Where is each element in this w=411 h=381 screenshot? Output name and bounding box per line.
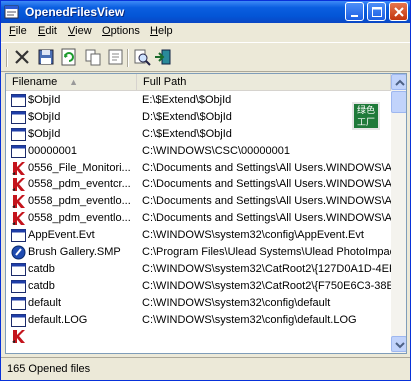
close-window-button[interactable] bbox=[389, 2, 408, 21]
table-row[interactable]: 0558_pdm_eventcr... C:\Documents and Sett… bbox=[6, 176, 391, 193]
table-row[interactable]: 0558_pdm_eventlo... C:\Documents and Sett… bbox=[6, 210, 391, 227]
file-icon bbox=[11, 110, 26, 125]
file-icon bbox=[11, 262, 26, 277]
file-icon bbox=[11, 144, 26, 159]
status-text: 165 Opened files bbox=[7, 363, 91, 375]
table-row[interactable]: 0558_pdm_eventlo... C:\Documents and Sett… bbox=[6, 193, 391, 210]
row-filename: 0558_pdm_eventlo... bbox=[28, 212, 131, 225]
table-row[interactable]: 0556_File_Monitori... C:\Documents and Se… bbox=[6, 160, 391, 177]
table-row[interactable]: Brush Gallery.SMP C:\Program Files\Ulead … bbox=[6, 244, 391, 261]
row-full-path: C:\Program Files\Ulead Systems\Ulead Pho… bbox=[142, 246, 391, 259]
list-header: Filename ▲ Full Path bbox=[6, 74, 391, 91]
scroll-down-button[interactable] bbox=[391, 336, 406, 352]
row-full-path: C:\WINDOWS\system32\config\AppEvent.Evt bbox=[142, 229, 364, 242]
table-row[interactable]: $ObjId E:\$Extend\$ObjId bbox=[6, 92, 391, 109]
row-filename: AppEvent.Evt bbox=[28, 229, 95, 242]
row-full-path: C:\WINDOWS\CSC\00000001 bbox=[142, 144, 290, 157]
table-row[interactable]: default.LOG C:\WINDOWS\system32\config\de… bbox=[6, 312, 391, 329]
toolbar-separator bbox=[6, 49, 8, 67]
refresh-icon[interactable] bbox=[59, 47, 79, 67]
table-row[interactable]: catdb C:\WINDOWS\system32\CatRoot2\{F750E… bbox=[6, 278, 391, 295]
list-body: $ObjId E:\$Extend\$ObjId $ObjId D:\$Extend\… bbox=[6, 92, 391, 353]
table-row[interactable] bbox=[6, 328, 391, 345]
app-k-icon bbox=[11, 211, 26, 226]
menu-options[interactable]: Options bbox=[102, 25, 140, 37]
file-icon bbox=[11, 279, 26, 294]
row-filename: $ObjId bbox=[28, 94, 61, 106]
copy-icon[interactable] bbox=[83, 47, 103, 67]
menu-help[interactable]: Help bbox=[150, 25, 173, 37]
vertical-scrollbar[interactable] bbox=[391, 74, 406, 353]
row-full-path: C:\WINDOWS\system32\config\default.LOG bbox=[142, 313, 357, 326]
row-filename: 00000001 bbox=[28, 144, 77, 157]
app-k-icon bbox=[11, 329, 26, 344]
table-row[interactable]: $ObjId C:\$Extend\$ObjId bbox=[6, 126, 391, 143]
file-icon bbox=[11, 228, 26, 243]
row-filename: 0556_File_Monitori... bbox=[28, 161, 131, 174]
table-row[interactable]: 00000001 C:\WINDOWS\CSC\00000001 bbox=[6, 143, 391, 160]
maximize-button[interactable] bbox=[367, 2, 386, 21]
row-filename: default bbox=[28, 296, 62, 309]
row-full-path: C:\Documents and Settings\All Users.WIND… bbox=[142, 178, 391, 191]
menu-view[interactable]: View bbox=[68, 25, 92, 37]
column-header-full-path[interactable]: Full Path bbox=[137, 74, 391, 91]
file-icon bbox=[11, 296, 26, 311]
row-full-path: C:\Documents and Settings\All Users.WIND… bbox=[142, 195, 391, 208]
properties-icon[interactable] bbox=[106, 47, 126, 67]
opened-files-list[interactable]: Filename ▲ Full Path $ObjId E:\$Extend\$O… bbox=[5, 73, 407, 354]
menu-file[interactable]: File bbox=[9, 25, 27, 37]
app-window: OpenedFilesView File Edit View Options H… bbox=[0, 0, 411, 381]
title-bar[interactable]: OpenedFilesView bbox=[1, 1, 410, 23]
menu-bar: File Edit View Options Help bbox=[1, 23, 410, 41]
row-full-path: C:\WINDOWS\system32\CatRoot2\{127D0A1D-4… bbox=[142, 262, 391, 275]
toolbar-separator bbox=[127, 49, 129, 67]
row-full-path: C:\Documents and Settings\All Users.WIND… bbox=[142, 212, 391, 225]
minimize-button[interactable] bbox=[345, 2, 364, 21]
row-filename: default.LOG bbox=[28, 313, 88, 326]
row-filename: 0558_pdm_eventcr... bbox=[28, 178, 131, 191]
close-icon[interactable] bbox=[12, 47, 32, 67]
app-k-icon bbox=[11, 177, 26, 192]
row-full-path: C:\WINDOWS\system32\CatRoot2\{F750E6C3-3… bbox=[142, 279, 391, 292]
table-row[interactable]: $ObjId D:\$Extend\$ObjId bbox=[6, 109, 391, 126]
window-title: OpenedFilesView bbox=[25, 5, 125, 19]
overlay-badge: 绿色工厂 bbox=[352, 102, 380, 130]
app-k-icon bbox=[11, 194, 26, 209]
row-full-path: C:\WINDOWS\system32\config\default bbox=[142, 296, 331, 309]
exit-icon[interactable] bbox=[153, 47, 173, 67]
row-filename: catdb bbox=[28, 279, 55, 292]
row-filename: $ObjId bbox=[28, 127, 61, 140]
file-icon bbox=[11, 127, 26, 142]
find-icon[interactable] bbox=[132, 47, 152, 67]
table-row[interactable]: catdb C:\WINDOWS\system32\CatRoot2\{127D0… bbox=[6, 261, 391, 278]
save-icon[interactable] bbox=[36, 47, 56, 67]
row-full-path: C:\Documents and Settings\All Users.WIND… bbox=[142, 161, 391, 174]
menu-edit[interactable]: Edit bbox=[38, 25, 57, 37]
status-bar: 165 Opened files bbox=[1, 357, 410, 380]
sort-arrow-icon: ▲ bbox=[69, 77, 78, 87]
row-filename: Brush Gallery.SMP bbox=[28, 246, 121, 259]
app-icon bbox=[4, 4, 20, 20]
toolbar bbox=[1, 42, 410, 72]
file-icon bbox=[11, 313, 26, 328]
table-row[interactable]: default C:\WINDOWS\system32\config\defaul… bbox=[6, 295, 391, 312]
row-filename: 0558_pdm_eventlo... bbox=[28, 195, 131, 208]
brush-icon bbox=[11, 245, 26, 260]
row-filename: $ObjId bbox=[28, 110, 61, 123]
scroll-up-button[interactable] bbox=[391, 74, 406, 90]
column-header-filename[interactable]: Filename ▲ bbox=[6, 74, 137, 91]
app-k-icon bbox=[11, 161, 26, 176]
row-filename: catdb bbox=[28, 262, 55, 275]
file-icon bbox=[11, 93, 26, 108]
scrollbar-thumb[interactable] bbox=[391, 91, 406, 113]
table-row[interactable]: AppEvent.Evt C:\WINDOWS\system32\config\A… bbox=[6, 227, 391, 244]
